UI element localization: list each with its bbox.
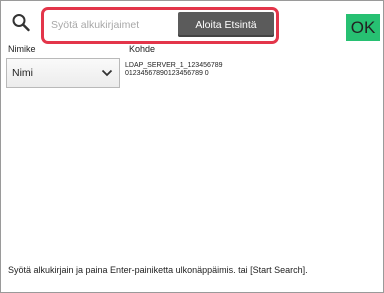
title-column-label: Nimike bbox=[8, 44, 36, 54]
chevron-down-icon bbox=[101, 69, 113, 77]
status-message: Syötä alkukirjain ja paina Enter-painike… bbox=[8, 265, 308, 275]
target-column-label: Kohde bbox=[129, 44, 156, 54]
title-select-value: Nimi bbox=[12, 67, 33, 79]
start-search-button[interactable]: Aloita Etsintä bbox=[178, 12, 274, 37]
target-value: LDAP_SERVER_1_123456789 0123456789012345… bbox=[125, 62, 223, 78]
search-icon[interactable] bbox=[10, 12, 32, 34]
target-value-line1: LDAP_SERVER_1_123456789 bbox=[125, 62, 223, 69]
target-value-line2: 01234567890123456789 0 bbox=[125, 70, 209, 77]
search-input[interactable] bbox=[47, 12, 175, 38]
title-select[interactable]: Nimi bbox=[6, 58, 120, 88]
ok-button[interactable]: OK bbox=[346, 14, 380, 41]
